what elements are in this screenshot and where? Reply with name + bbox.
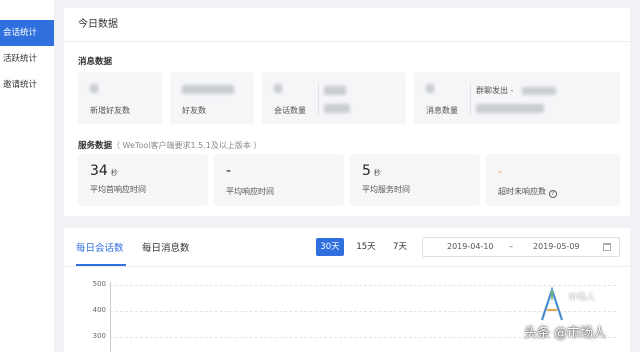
avg-first-response-box: 34 秒 平均首响应时间 — [78, 154, 208, 206]
avg-first-response-caption: 平均首响应时间 — [90, 185, 146, 194]
avg-service-box: 5秒 平均服务时间 — [350, 154, 480, 206]
date-end: 2019-05-09 — [533, 242, 580, 251]
today-data-card: 今日数据 消息数据 新增好友数 好友数 会话数量 消息数量 群聊发出 - 服务数… — [64, 8, 630, 216]
blurred-value — [522, 87, 556, 95]
messages-box: 消息数量 群聊发出 - — [414, 72, 620, 124]
y-axis — [110, 282, 111, 352]
range-7-days-button[interactable]: 7天 — [388, 238, 412, 256]
range-30-days-button[interactable]: 30天 — [316, 238, 344, 256]
divider — [318, 82, 319, 116]
range-15-days-button[interactable]: 15天 — [352, 238, 380, 256]
blurred-value — [426, 84, 434, 93]
friends-caption: 好友数 — [182, 106, 206, 115]
new-friends-caption: 新增好友数 — [90, 106, 130, 115]
message-data-label: 消息数据 — [78, 57, 113, 67]
group-sent-caption: 群聊发出 - — [476, 86, 514, 95]
avg-service-caption: 平均服务时间 — [362, 185, 410, 194]
service-data-title: 服务数据 — [78, 141, 113, 151]
timeout-value: - — [498, 165, 502, 178]
date-separator: – — [509, 242, 513, 251]
blurred-value — [324, 104, 350, 113]
blurred-value — [476, 104, 544, 113]
sessions-box: 会话数量 — [262, 72, 406, 124]
blurred-value — [90, 84, 98, 93]
y-tick-label: 400 — [92, 306, 106, 314]
avg-response-caption: 平均响应时间 — [226, 187, 274, 196]
watermark-main-text: 头条 @市场人 — [524, 326, 607, 341]
timeout-caption: 超时未响应数? — [498, 186, 557, 198]
service-data-label: 服务数据（ WeTool客户端要求1.5.1及以上版本 ） — [78, 139, 261, 151]
sidebar-item-active-stats[interactable]: 活跃统计 — [0, 46, 54, 72]
friends-box: 好友数 — [170, 72, 254, 124]
service-data-hint: （ WeTool客户端要求1.5.1及以上版本 ） — [112, 141, 262, 150]
tab-daily-sessions[interactable]: 每日会话数 — [76, 240, 124, 254]
tabs-border — [64, 266, 630, 267]
sidebar: 会话统计 活跃统计 邀请统计 — [0, 0, 54, 352]
blurred-value — [274, 84, 282, 93]
date-range-picker[interactable]: 2019-04-10 – 2019-05-09 — [422, 237, 620, 257]
watermark-logo-icon — [540, 286, 564, 321]
divider — [470, 82, 471, 116]
tab-daily-messages[interactable]: 每日消息数 — [142, 240, 190, 254]
new-friends-box: 新增好友数 — [78, 72, 162, 124]
avg-first-response-value: 34 秒 — [90, 163, 118, 179]
calendar-icon — [603, 243, 611, 251]
timeout-box: - 超时未响应数? — [486, 154, 620, 206]
avg-response-value: - — [226, 163, 232, 179]
watermark: 市场人 头条 @市场人 — [522, 286, 640, 352]
active-tab-indicator — [76, 264, 126, 266]
sessions-caption: 会话数量 — [274, 106, 306, 115]
sidebar-item-session-stats[interactable]: 会话统计 — [0, 20, 54, 46]
today-data-title: 今日数据 — [64, 8, 630, 42]
blurred-value — [182, 85, 234, 94]
help-icon[interactable]: ? — [549, 190, 557, 198]
sidebar-item-invite-stats[interactable]: 邀请统计 — [0, 72, 54, 98]
date-start: 2019-04-10 — [447, 242, 494, 251]
watermark-small-text: 市场人 — [568, 293, 596, 303]
messages-caption: 消息数量 — [426, 106, 458, 115]
avg-service-value: 5秒 — [362, 163, 381, 179]
y-tick-label: 300 — [92, 332, 106, 340]
blurred-value — [324, 86, 346, 95]
y-tick-label: 500 — [92, 280, 106, 288]
avg-response-box: - 平均响应时间 — [214, 154, 344, 206]
